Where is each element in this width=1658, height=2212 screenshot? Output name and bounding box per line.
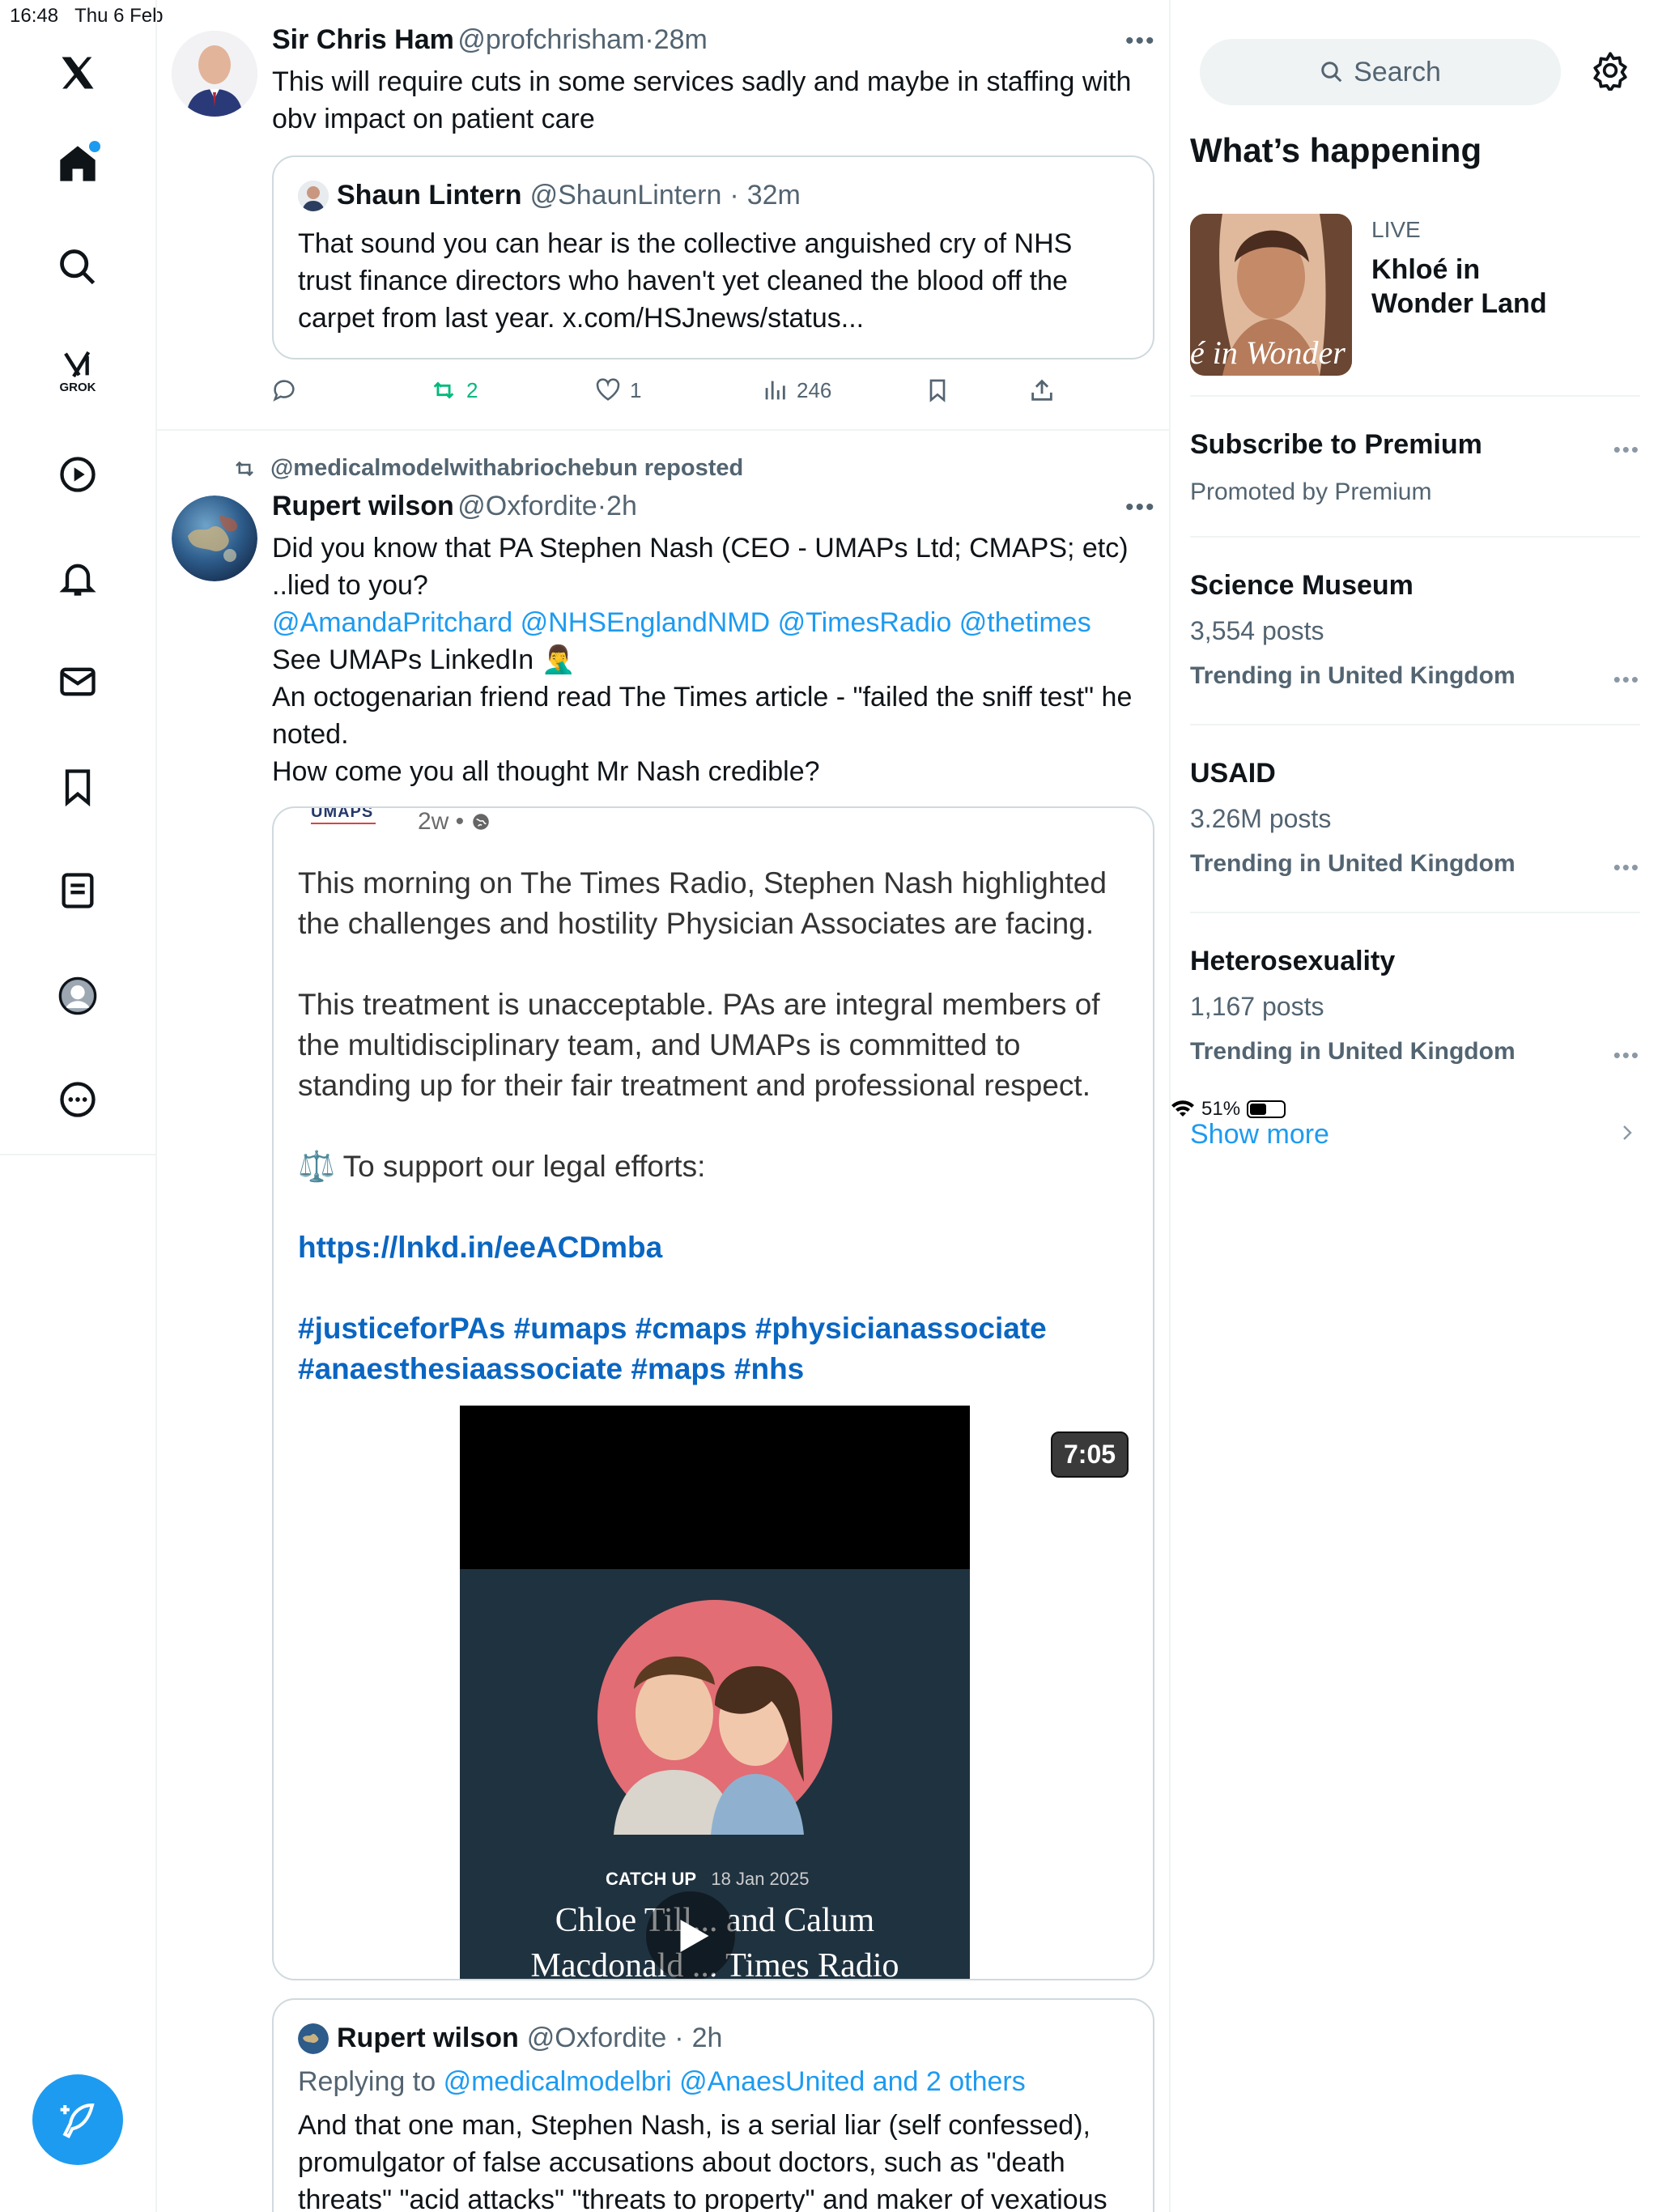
share-icon xyxy=(1031,379,1052,401)
tweet-separator xyxy=(157,429,1169,431)
bookmark-button[interactable] xyxy=(925,376,950,404)
repost-icon xyxy=(236,461,253,476)
live-label: LIVE xyxy=(1371,217,1421,242)
video-thumbnail[interactable]: CATCH UP 18 Jan 2025 Chloe Till... and C… xyxy=(460,1406,970,1979)
repost-by[interactable]: @medicalmodelwithabriochebun reposted xyxy=(270,455,743,482)
bookmarks-icon[interactable] xyxy=(47,756,108,818)
show-more-link[interactable]: Show more xyxy=(1190,1119,1329,1151)
share-button[interactable] xyxy=(1028,376,1056,404)
chevron-right-icon xyxy=(1618,1121,1637,1149)
whats-happening-title: What’s happening xyxy=(1190,131,1482,169)
presenters-photo xyxy=(597,1600,832,1835)
premium-title: Subscribe to Premium xyxy=(1190,429,1482,460)
messages-envelope-icon[interactable] xyxy=(47,651,108,713)
quote-author: Rupert wilson xyxy=(337,2023,519,2053)
timeline: Sir Chris Ham @profchrisham·28m ••• This… xyxy=(157,0,1171,2212)
repost-count: 2 xyxy=(466,377,478,402)
search-input[interactable]: Search xyxy=(1200,39,1561,105)
trend-item[interactable]: Science Museum 3,554 posts Trending in U… xyxy=(1190,570,1640,690)
home-notification-dot xyxy=(89,141,100,152)
premium-sub: Promoted by Premium xyxy=(1190,479,1432,505)
grok-icon[interactable]: GROK xyxy=(47,340,108,402)
quote-handle: @ShaunLintern xyxy=(529,180,722,211)
reply-icon xyxy=(273,380,295,402)
trend-more-icon[interactable]: ••• xyxy=(1613,667,1640,692)
like-button[interactable]: 1 xyxy=(594,376,641,404)
grok-label: GROK xyxy=(59,380,96,394)
notifications-bell-icon[interactable] xyxy=(47,547,108,609)
reply-button[interactable] xyxy=(270,376,298,404)
globe-icon xyxy=(473,814,489,830)
compose-post-button[interactable] xyxy=(32,2074,123,2165)
views-count: 246 xyxy=(797,377,832,402)
trend-item[interactable]: USAID 3.26M posts Trending in United Kin… xyxy=(1190,758,1640,878)
tweet-handle[interactable]: @Oxfordite xyxy=(457,491,597,521)
left-navigation: GROK xyxy=(0,0,157,2212)
search-icon xyxy=(1321,62,1342,83)
repost-icon xyxy=(433,381,454,399)
tweet-more-icon[interactable]: ••• xyxy=(1125,28,1156,55)
video-caption: CATCH UP 18 Jan 2025 xyxy=(606,1869,810,1889)
quote-time: 32m xyxy=(746,180,801,211)
trend-item[interactable]: Heterosexuality 1,167 posts Trending in … xyxy=(1190,946,1640,1066)
tweet-time[interactable]: 28m xyxy=(654,24,708,55)
profile-icon[interactable] xyxy=(47,965,108,1027)
live-thumb-text: é in Wonder l xyxy=(1190,334,1352,371)
repost-button[interactable]: 2 xyxy=(429,376,478,404)
post-age: 2w • xyxy=(418,808,491,836)
trend-more-icon[interactable]: ••• xyxy=(1613,855,1640,880)
avatar[interactable] xyxy=(172,496,257,581)
org-logo: UMAPS xyxy=(311,806,374,821)
settings-gear-icon[interactable] xyxy=(1590,50,1630,95)
nav-divider xyxy=(0,1154,157,1155)
quote-handle: @Oxfordite xyxy=(526,2023,667,2053)
premium-promo[interactable]: Subscribe to Premium Promoted by Premium xyxy=(1190,429,1640,506)
repost-indicator: @medicalmodelwithabriochebun reposted xyxy=(232,455,743,482)
lists-icon[interactable] xyxy=(47,860,108,921)
play-icon xyxy=(680,1920,709,1952)
heart-icon xyxy=(596,378,620,401)
avatar[interactable] xyxy=(172,31,257,117)
live-event-card[interactable]: é in Wonder l LIVE Khloé in Wonder Land xyxy=(1190,214,1640,376)
tweet-actions: 2 1 246 xyxy=(270,374,1169,406)
more-options-icon[interactable] xyxy=(47,1069,108,1130)
quoted-tweet[interactable]: Shaun Lintern @ShaunLintern · 32m That sou… xyxy=(272,155,1154,359)
like-count: 1 xyxy=(630,377,642,402)
views-chart-icon xyxy=(765,381,785,400)
search-placeholder: Search xyxy=(1354,56,1441,87)
play-button[interactable] xyxy=(646,1891,735,1979)
quote-text: That sound you can hear is the collectiv… xyxy=(298,228,1073,334)
quoted-reply-tweet[interactable]: Rupert wilson @Oxfordite · 2h Replying to … xyxy=(272,1998,1154,2212)
tweet-mentions[interactable]: @AmandaPritchard @NHSEnglandNMD @TimesRa… xyxy=(272,604,1154,641)
tweet-more-icon[interactable]: ••• xyxy=(1125,494,1156,521)
video-duration: 7:05 xyxy=(1051,1431,1129,1478)
tweet-author[interactable]: Rupert wilson xyxy=(272,491,454,521)
compose-feather-icon xyxy=(60,2103,95,2138)
tweet-text: This will require cuts in some services … xyxy=(272,66,1132,134)
home-icon[interactable] xyxy=(47,133,108,194)
views-button[interactable]: 246 xyxy=(761,376,831,404)
quote-avatar xyxy=(298,2023,329,2054)
tweet-author[interactable]: Sir Chris Ham xyxy=(272,24,454,55)
linkedin-url: https://lnkd.in/eeACDmba xyxy=(298,1231,663,1264)
bookmark-icon xyxy=(929,379,946,402)
tweet-time[interactable]: 2h xyxy=(606,491,637,521)
media-screenshot[interactable]: UMAPS 2w • This morning on The Times Rad… xyxy=(272,806,1154,1980)
search-icon[interactable] xyxy=(47,236,108,298)
tweet-handle[interactable]: @profchrisham xyxy=(457,24,644,55)
video-play-icon[interactable] xyxy=(47,444,108,505)
quote-time: 2h xyxy=(691,2023,723,2053)
replying-to: Replying to @medicalmodelbri @AnaesUnite… xyxy=(298,2066,1026,2097)
live-thumbnail: é in Wonder l xyxy=(1190,214,1352,376)
quote-author: Shaun Lintern xyxy=(337,180,522,211)
tweet-text: Did you know that PA Stephen Nash (CEO -… xyxy=(272,530,1154,790)
premium-more-icon[interactable]: ••• xyxy=(1613,437,1640,462)
quote-avatar xyxy=(298,180,329,211)
x-logo-icon[interactable] xyxy=(47,42,108,104)
quote-text: And that one man, Stephen Nash, is a ser… xyxy=(298,2110,1107,2212)
right-sidebar: Search What’s happening é in Wonder l LI… xyxy=(1171,0,1658,2212)
trend-more-icon[interactable]: ••• xyxy=(1613,1043,1640,1068)
live-title: Khloé in Wonder Land xyxy=(1371,254,1547,319)
linkedin-post-text: This morning on The Times Radio, Stephen… xyxy=(298,863,1140,1389)
